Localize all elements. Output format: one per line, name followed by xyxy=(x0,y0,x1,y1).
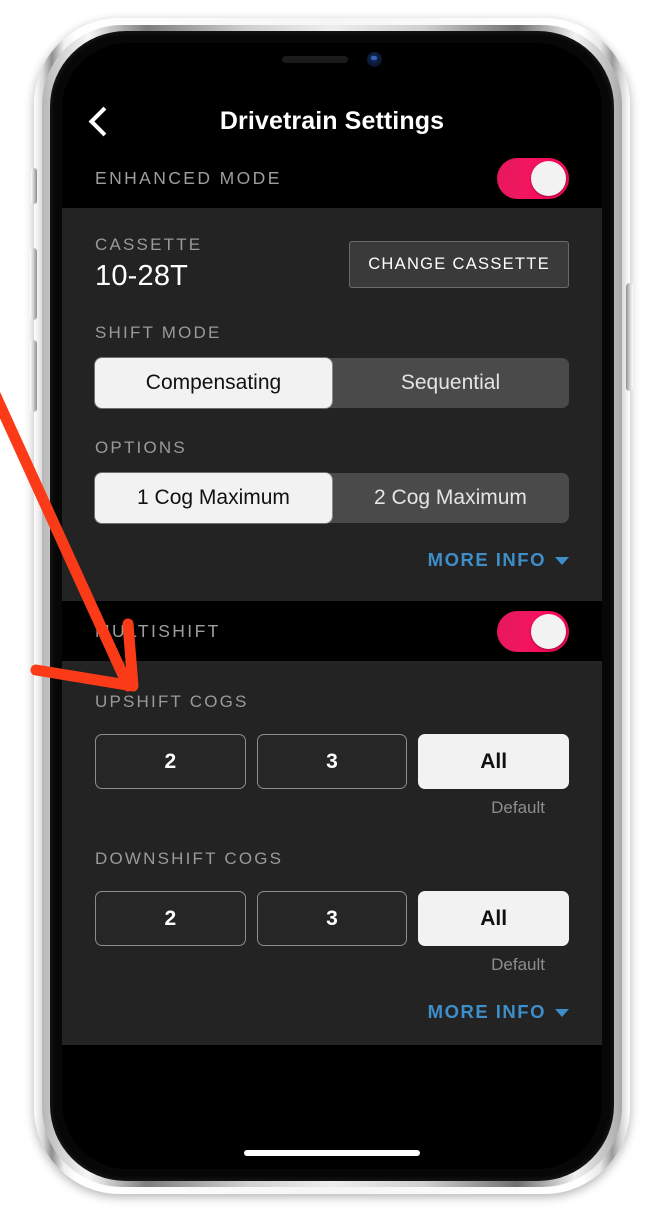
cassette-row: CASSETTE 10-28T CHANGE CASSETTE xyxy=(95,208,569,293)
change-cassette-button[interactable]: CHANGE CASSETTE xyxy=(349,241,569,288)
shift-mode-option-compensating[interactable]: Compensating xyxy=(95,358,332,408)
upshift-cogs-option-2[interactable]: 2 xyxy=(95,734,246,789)
options-option-2-cog-maximum[interactable]: 2 Cog Maximum xyxy=(332,473,569,523)
upshift-default-note: Default xyxy=(491,798,545,817)
cassette-value: 10-28T xyxy=(95,260,189,292)
toggle-knob xyxy=(531,613,566,649)
multishift-header: MULTISHIFT xyxy=(62,601,602,661)
options-segmented-control[interactable]: 1 Cog Maximum 2 Cog Maximum xyxy=(95,473,569,523)
upshift-cogs-option-all[interactable]: All xyxy=(418,734,570,789)
downshift-default-note: Default xyxy=(491,955,545,974)
downshift-cogs-row: 2 3 All xyxy=(95,891,570,946)
app-screen: Drivetrain Settings ENHANCED MODE CASSET… xyxy=(62,43,602,1169)
options-block: OPTIONS 1 Cog Maximum 2 Cog Maximum xyxy=(95,408,569,523)
downshift-cogs-option-3[interactable]: 3 xyxy=(256,891,408,946)
multishift-label: MULTISHIFT xyxy=(95,620,221,641)
multishift-toggle[interactable] xyxy=(497,610,569,652)
screenshot-root: Drivetrain Settings ENHANCED MODE CASSET… xyxy=(0,0,662,1210)
silent-switch-button[interactable] xyxy=(31,168,37,204)
front-camera-icon xyxy=(367,52,382,67)
phone-notch xyxy=(220,43,444,76)
multishift-panel: UPSHIFT COGS 2 3 All Default DOWNSHIFT C… xyxy=(62,661,602,1045)
shift-mode-label: SHIFT MODE xyxy=(95,323,222,342)
power-button[interactable] xyxy=(626,283,633,391)
upshift-cogs-block: UPSHIFT COGS 2 3 All Default xyxy=(95,661,570,818)
enhanced-more-info-row: MORE INFO xyxy=(95,523,569,593)
home-indicator[interactable] xyxy=(244,1150,420,1156)
upshift-cogs-row: 2 3 All xyxy=(95,734,570,789)
enhanced-mode-header: ENHANCED MODE xyxy=(62,148,602,208)
enhanced-mode-panel: CASSETTE 10-28T CHANGE CASSETTE SHIFT MO… xyxy=(62,208,602,601)
phone-screen: Drivetrain Settings ENHANCED MODE CASSET… xyxy=(62,43,602,1169)
upshift-cogs-label: UPSHIFT COGS xyxy=(95,692,249,711)
chevron-left-icon xyxy=(88,106,118,136)
enhanced-more-info-button[interactable]: MORE INFO xyxy=(428,549,569,571)
multishift-more-info-button[interactable]: MORE INFO xyxy=(428,1001,569,1023)
shift-mode-block: SHIFT MODE Compensating Sequential xyxy=(95,293,569,408)
enhanced-more-info-label: MORE INFO xyxy=(427,549,546,570)
volume-up-button[interactable] xyxy=(30,248,37,320)
options-label: OPTIONS xyxy=(95,438,187,457)
multishift-more-info-row: MORE INFO xyxy=(95,975,569,1045)
downshift-cogs-label: DOWNSHIFT COGS xyxy=(95,849,284,868)
multishift-more-info-label: MORE INFO xyxy=(427,1001,546,1022)
upshift-cogs-option-3[interactable]: 3 xyxy=(256,734,408,789)
downshift-cogs-option-2[interactable]: 2 xyxy=(95,891,246,946)
cassette-info: CASSETTE 10-28T xyxy=(95,235,202,293)
back-button[interactable] xyxy=(80,98,126,144)
enhanced-mode-toggle[interactable] xyxy=(497,157,569,199)
shift-mode-option-sequential[interactable]: Sequential xyxy=(332,358,569,408)
volume-down-button[interactable] xyxy=(30,340,37,412)
caret-down-icon xyxy=(555,1009,569,1017)
toggle-knob xyxy=(531,160,566,196)
earpiece-speaker-icon xyxy=(282,56,348,63)
shift-mode-segmented-control[interactable]: Compensating Sequential xyxy=(95,358,569,408)
cassette-label: CASSETTE xyxy=(95,235,203,254)
page-title: Drivetrain Settings xyxy=(219,107,445,135)
enhanced-mode-label: ENHANCED MODE xyxy=(95,167,282,188)
options-option-1-cog-maximum[interactable]: 1 Cog Maximum xyxy=(95,473,332,523)
caret-down-icon xyxy=(555,557,569,565)
downshift-cogs-option-all[interactable]: All xyxy=(418,891,570,946)
downshift-cogs-block: DOWNSHIFT COGS 2 3 All Default xyxy=(95,818,570,975)
